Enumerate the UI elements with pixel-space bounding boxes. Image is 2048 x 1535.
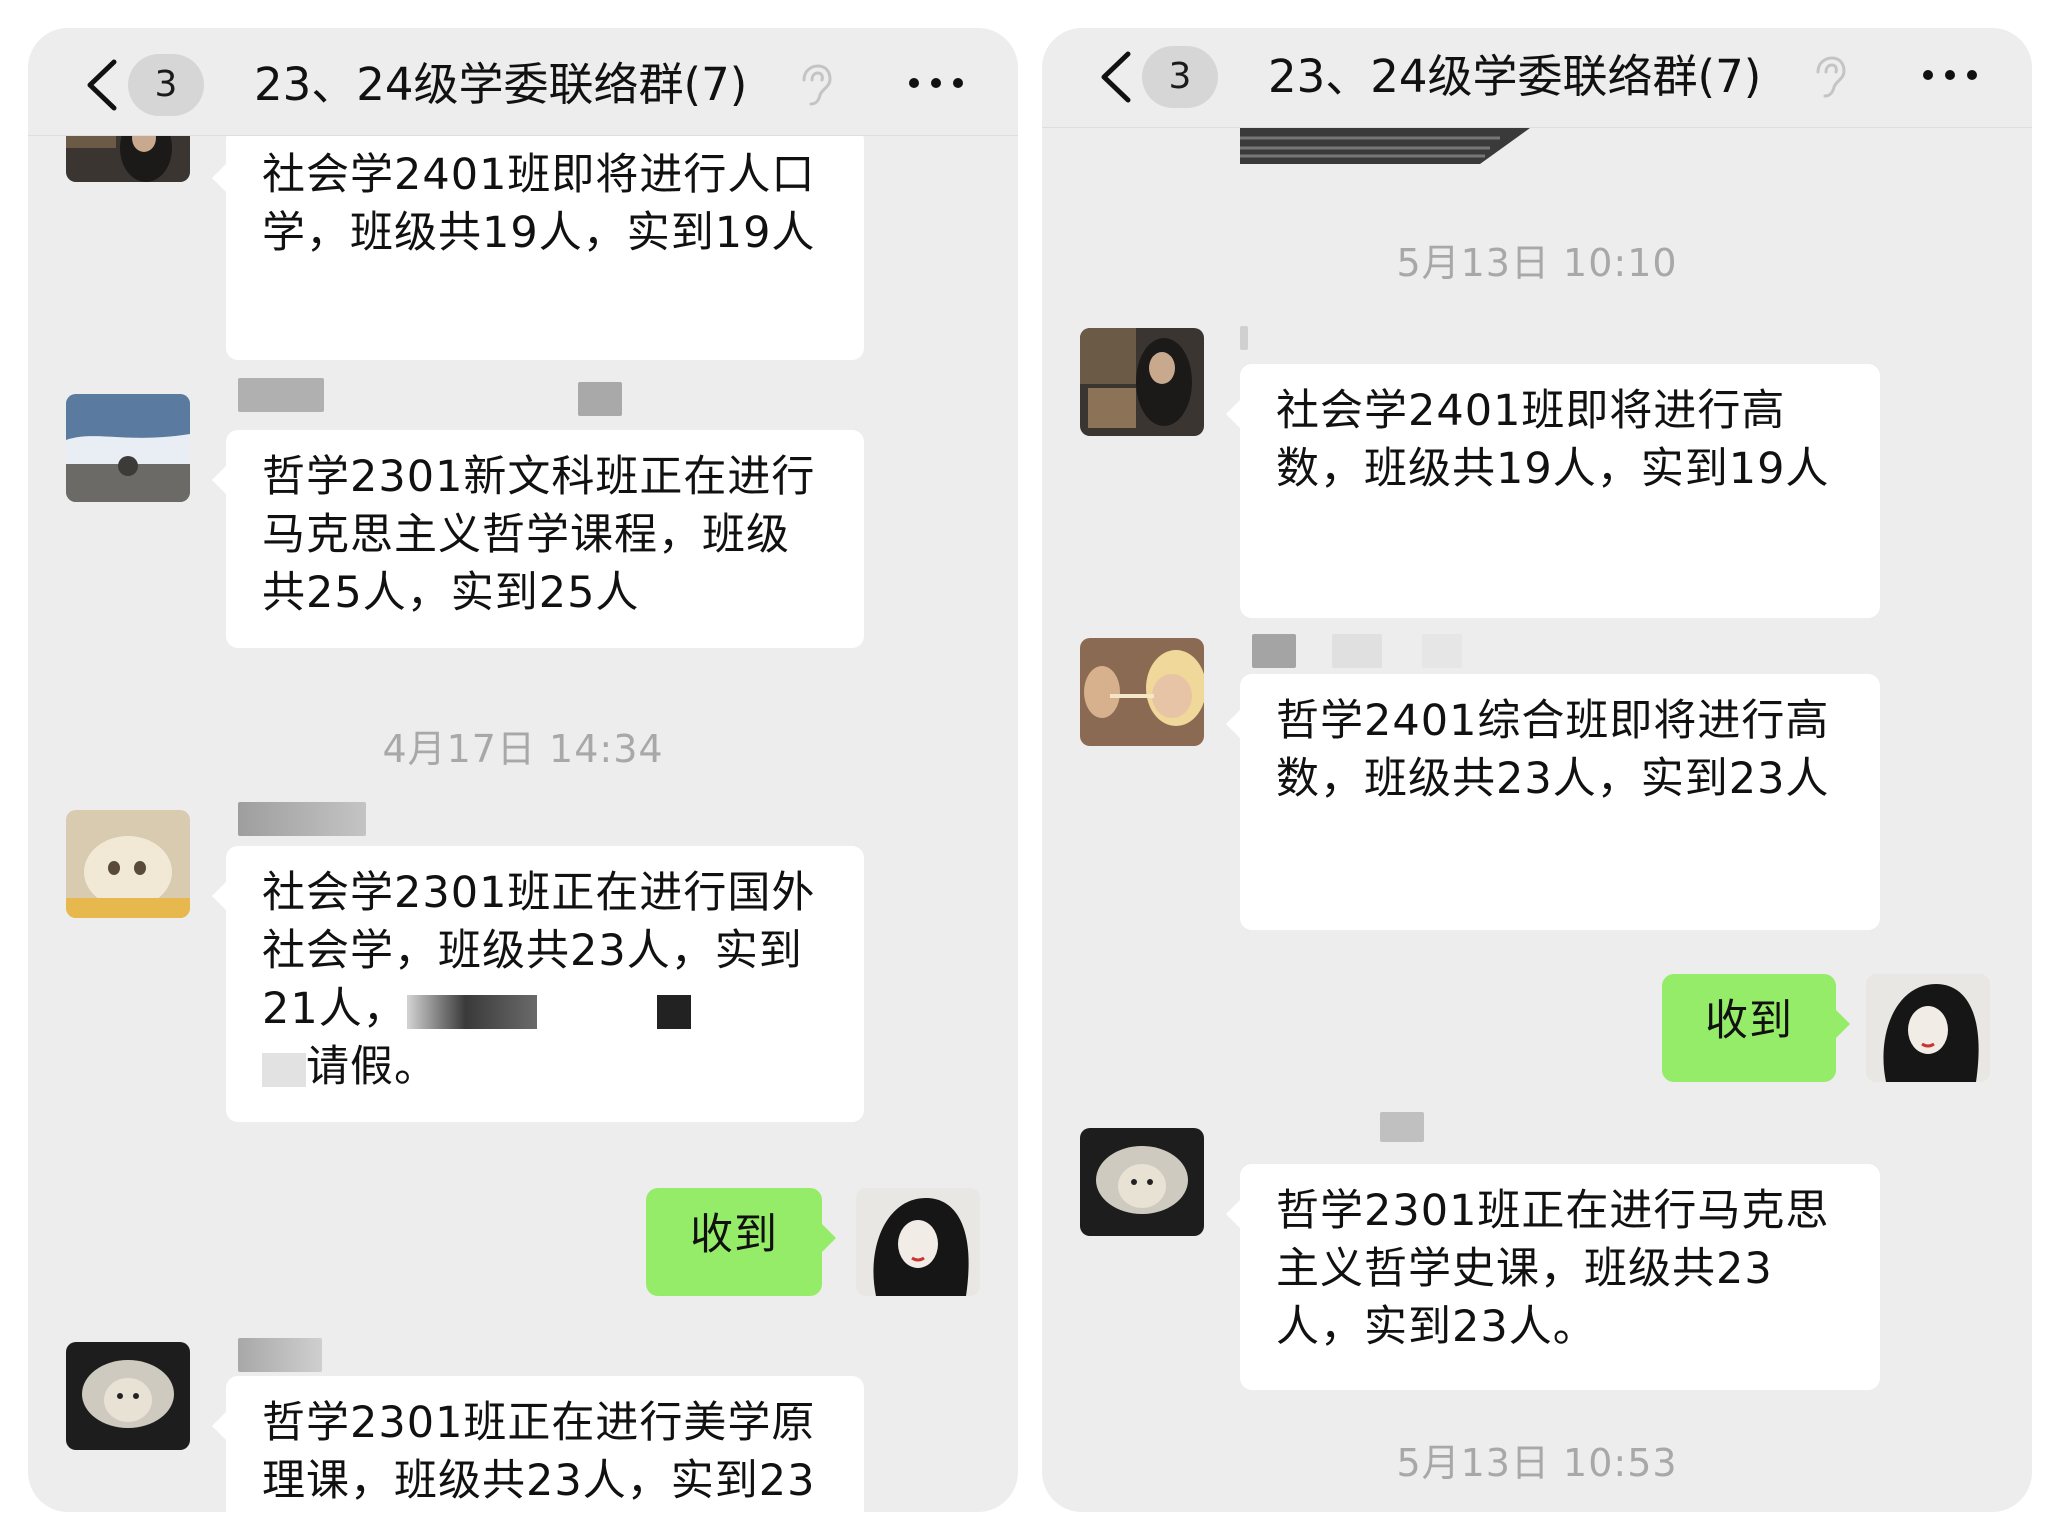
sender-name-redacted — [1240, 326, 1248, 350]
message-text: 收到 — [690, 1210, 778, 1260]
avatar[interactable] — [1080, 328, 1204, 436]
message-text: 哲学2301新文科班正在进行马克思主义哲学课程，班级共25人，实到25人 — [262, 452, 816, 618]
message-text: 社会学2401班即将进行人口学，班级共19人，实到19人 — [262, 150, 816, 258]
message-bubble[interactable]: 社会学2301班正在进行国外社会学，班级共23人，实到21人， 请假。 — [212, 846, 864, 1122]
message-text: 社会学2301班正在进行国外社会学，班级共23人，实到21人， — [262, 868, 816, 1034]
my-message-bubble[interactable]: 收到 — [646, 1188, 836, 1296]
message-bubble[interactable]: 社会学2401班即将进行人口学，班级共19人，实到19人 — [212, 128, 864, 360]
my-message-bubble[interactable]: 收到 — [1662, 974, 1850, 1082]
sender-name-redacted — [238, 802, 366, 836]
chat-screen-right: 3 23、24级学委联络群(7) 5月13日 10:10 社会学2401班即将进… — [1042, 28, 2032, 1512]
chat-header: 3 23、24级学委联络群(7) — [1042, 28, 2032, 128]
my-avatar[interactable] — [1866, 974, 1990, 1082]
unread-badge[interactable]: 3 — [1142, 46, 1218, 108]
message-text: 请假。 — [306, 1042, 438, 1092]
ear-icon — [1812, 54, 1848, 100]
message-bubble[interactable]: 哲学2301班正在进行马克思主义哲学史课，班级共23人，实到23人。 — [1226, 1164, 1880, 1390]
group-title: 23、24级学委联络群(7) — [1268, 50, 1762, 103]
sender-name-redacted — [1422, 634, 1462, 668]
message-bubble[interactable]: 哲学2301班正在进行美学原理课，班级共23人，实到23人 — [212, 1376, 864, 1512]
message-bubble[interactable]: 社会学2401班即将进行高数，班级共19人，实到19人 — [1226, 364, 1880, 618]
unread-badge[interactable]: 3 — [128, 54, 204, 116]
message-bubble[interactable]: 哲学2401综合班即将进行高数，班级共23人，实到23人 — [1226, 674, 1880, 930]
chat-header: 3 23、24级学委联络群(7) — [28, 28, 1018, 136]
message-timestamp: 5月13日 10:10 — [1396, 241, 1678, 285]
image-message-partial[interactable] — [1240, 128, 1530, 192]
more-options-icon[interactable] — [904, 68, 968, 98]
message-timestamp: 4月17日 14:34 — [382, 727, 664, 771]
avatar[interactable] — [66, 1342, 190, 1450]
chat-screen-left: 3 23、24级学委联络群(7) 社会学2401班即将进行人口学，班级共19人，… — [28, 28, 1018, 1512]
my-avatar[interactable] — [856, 1188, 980, 1296]
avatar[interactable] — [66, 394, 190, 502]
back-arrow-icon[interactable] — [80, 58, 128, 112]
back-arrow-icon[interactable] — [1094, 50, 1142, 104]
message-bubble[interactable]: 哲学2301新文科班正在进行马克思主义哲学课程，班级共25人，实到25人 — [212, 430, 864, 648]
sender-name-redacted — [238, 1338, 322, 1372]
message-text: 哲学2401综合班即将进行高数，班级共23人，实到23人 — [1276, 696, 1830, 804]
sender-name-redacted — [1252, 634, 1296, 668]
avatar[interactable] — [1080, 638, 1204, 746]
sender-name-redacted — [238, 378, 324, 412]
message-timestamp: 5月13日 10:53 — [1396, 1441, 1678, 1485]
avatar[interactable] — [66, 810, 190, 918]
ear-icon — [798, 62, 834, 108]
sender-name-redacted — [1332, 634, 1382, 668]
redacted-names — [406, 994, 537, 1029]
message-text: 社会学2401班即将进行高数，班级共19人，实到19人 — [1276, 386, 1830, 494]
redacted-names — [262, 1052, 306, 1087]
message-text: 哲学2301班正在进行美学原理课，班级共23人，实到23人 — [262, 1398, 816, 1506]
sender-name-redacted — [1380, 1112, 1424, 1142]
more-options-icon[interactable] — [1918, 60, 1982, 90]
message-text: 哲学2301班正在进行马克思主义哲学史课，班级共23人，实到23人。 — [1276, 1186, 1830, 1352]
avatar[interactable] — [1080, 1128, 1204, 1236]
redacted-names — [656, 994, 691, 1029]
message-text: 收到 — [1705, 996, 1793, 1046]
sender-name-redacted — [578, 382, 622, 416]
group-title: 23、24级学委联络群(7) — [254, 58, 748, 111]
